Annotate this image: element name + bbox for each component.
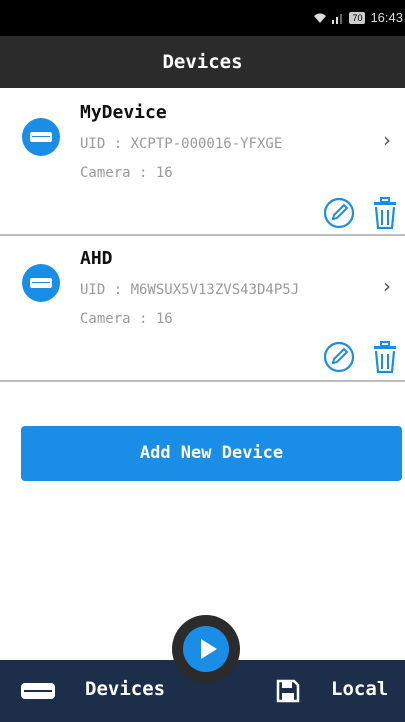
add-new-device-button[interactable]: Add New Device: [21, 426, 402, 481]
device-name: AHD: [80, 248, 113, 269]
chevron-right-icon[interactable]: ›: [383, 128, 391, 152]
battery-icon: 70: [349, 11, 366, 24]
nav-devices[interactable]: Devices: [20, 660, 170, 722]
signal-icon: [332, 13, 343, 24]
device-icon: [22, 264, 60, 302]
device-camera-count: Camera : 16: [80, 311, 173, 327]
play-icon: [183, 626, 229, 672]
trash-icon[interactable]: [372, 196, 398, 230]
edit-icon[interactable]: [322, 196, 356, 230]
clock: 16:43: [370, 10, 403, 25]
dvr-icon: [21, 683, 55, 699]
device-camera-count: Camera : 16: [80, 165, 173, 181]
chevron-right-icon[interactable]: ›: [383, 274, 391, 298]
play-button[interactable]: [172, 615, 240, 683]
nav-devices-label: Devices: [85, 678, 166, 700]
nav-local-label: Local: [331, 678, 389, 700]
device-card[interactable]: AHD UID : M6WSUX5V13ZVS43D4P5J Camera : …: [0, 236, 405, 382]
device-uid: UID : XCPTP-000016-YFXGE: [80, 136, 283, 152]
edit-icon[interactable]: [322, 340, 356, 374]
save-icon: [276, 679, 300, 703]
device-name: MyDevice: [80, 102, 167, 123]
page-title: Devices: [0, 36, 405, 88]
wifi-icon: [314, 13, 327, 23]
nav-local[interactable]: Local: [276, 660, 401, 722]
trash-icon[interactable]: [372, 340, 398, 374]
device-card[interactable]: MyDevice UID : XCPTP-000016-YFXGE Camera…: [0, 88, 405, 236]
status-bar: 70 16:43: [0, 0, 405, 36]
device-uid: UID : M6WSUX5V13ZVS43D4P5J: [80, 282, 300, 298]
device-icon: [22, 118, 60, 156]
